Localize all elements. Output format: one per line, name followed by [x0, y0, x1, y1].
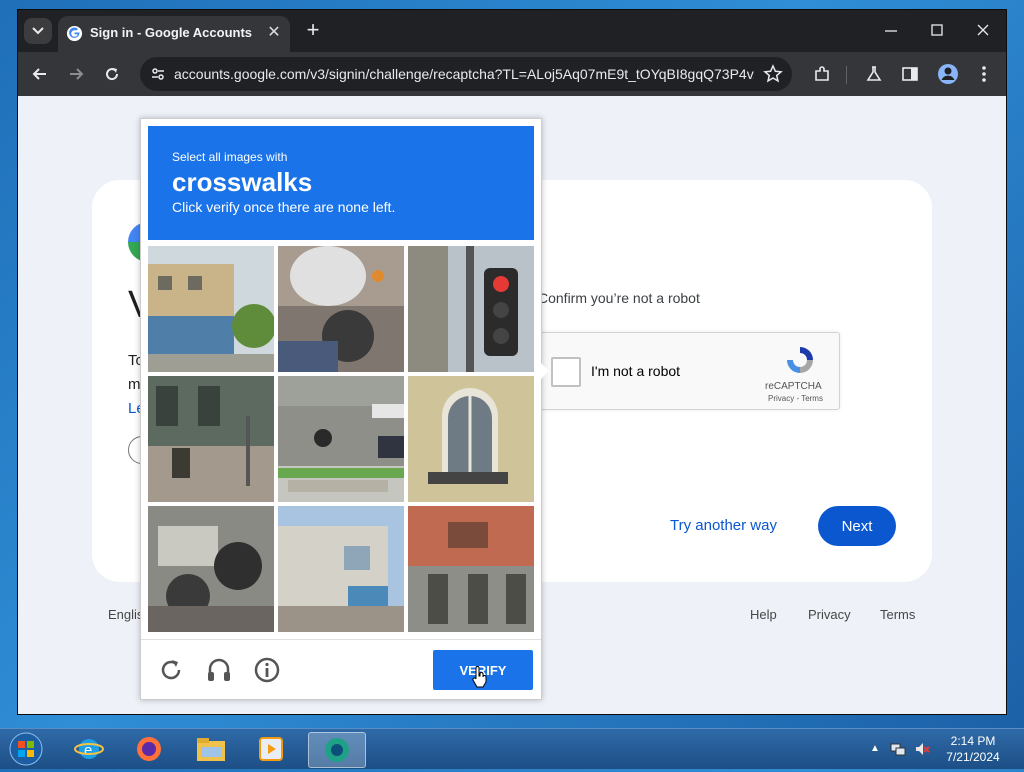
tab-strip: Sign in - Google Accounts ✕ +	[18, 10, 1006, 52]
recaptcha-logo-icon	[787, 347, 813, 373]
minimize-button[interactable]	[876, 20, 906, 42]
maximize-button[interactable]	[922, 20, 952, 42]
motorcyclist-on-road-image	[278, 376, 404, 502]
side-panel-icon	[902, 67, 918, 81]
internet-explorer-icon: e	[74, 739, 104, 759]
volume-muted-icon[interactable]	[914, 741, 930, 757]
recaptcha-widget: I'm not a robot reCAPTCHA Privacy - Term…	[538, 332, 840, 410]
challenge-target: crosswalks	[172, 167, 313, 197]
tab-search-button[interactable]	[24, 18, 52, 44]
language-selector[interactable]: Englis	[108, 607, 143, 622]
footer-terms-link[interactable]: Terms	[880, 607, 915, 622]
captcha-tile-9[interactable]	[408, 506, 534, 632]
hand-cursor-icon	[472, 666, 487, 688]
media-player-icon	[259, 737, 283, 761]
site-info-icon[interactable]	[148, 64, 168, 84]
url-text[interactable]: accounts.google.com/v3/signin/challenge/…	[174, 66, 754, 82]
captcha-tile-4[interactable]	[148, 376, 274, 502]
browser-window: Sign in - Google Accounts ✕ + accounts.g…	[18, 10, 1006, 714]
google-favicon-icon	[66, 25, 83, 42]
tab-title: Sign in - Google Accounts	[90, 25, 253, 40]
toolbar-divider	[846, 66, 847, 84]
firefox-icon	[137, 737, 161, 761]
captcha-tile-3[interactable]	[408, 246, 534, 372]
menu-button[interactable]	[970, 60, 998, 88]
recaptcha-label: I'm not a robot	[591, 363, 681, 379]
bookmark-star-icon[interactable]	[762, 63, 784, 85]
reload-icon	[106, 68, 119, 81]
labs-button[interactable]	[860, 60, 888, 88]
reload-button[interactable]	[98, 60, 126, 88]
new-tab-icon[interactable]: +	[302, 19, 324, 42]
next-button[interactable]: Next	[818, 506, 896, 546]
captcha-tile-2[interactable]	[278, 246, 404, 372]
footer-privacy-link[interactable]: Privacy	[808, 607, 851, 622]
arched-window-image	[408, 376, 534, 502]
recaptcha-brand: reCAPTCHA	[765, 381, 822, 392]
captcha-tile-1[interactable]	[148, 246, 274, 372]
avatar-icon	[938, 64, 958, 84]
captcha-tile-8[interactable]	[278, 506, 404, 632]
chevron-down-icon	[32, 27, 44, 35]
extensions-button[interactable]	[808, 60, 836, 88]
challenge-header: Select all images with crosswalks Click …	[148, 126, 534, 240]
traffic-light-image	[408, 246, 534, 372]
folder-icon	[197, 738, 225, 761]
clock-date[interactable]: 7/21/2024	[938, 750, 1008, 764]
building-with-mural-image	[148, 246, 274, 372]
motorcycles-pile-image	[148, 506, 274, 632]
back-button[interactable]	[26, 60, 54, 88]
start-button[interactable]	[6, 731, 46, 767]
audio-challenge-icon[interactable]	[205, 656, 233, 684]
reload-challenge-icon[interactable]	[157, 656, 185, 684]
active-tab[interactable]: Sign in - Google Accounts ✕	[58, 16, 290, 52]
minimize-icon	[885, 30, 897, 32]
side-panel-button[interactable]	[896, 60, 924, 88]
close-icon	[977, 24, 989, 36]
puzzle-icon	[815, 66, 829, 81]
confirm-robot-text: Confirm you’re not a robot	[538, 290, 700, 306]
close-window-button[interactable]	[968, 20, 998, 42]
challenge-footer: VERIFY	[141, 639, 541, 700]
recaptcha-privacy-terms[interactable]: Privacy - Terms	[768, 394, 823, 403]
taskbar-firefox[interactable]	[126, 732, 172, 766]
try-another-way-link[interactable]: Try another way	[670, 517, 777, 534]
person-on-motorcycle-image	[278, 246, 404, 372]
clock-time[interactable]: 2:14 PM	[938, 734, 1008, 748]
footer-help-link[interactable]: Help	[750, 607, 777, 622]
brick-building-image	[408, 506, 534, 632]
forward-button[interactable]	[62, 60, 90, 88]
show-hidden-icons[interactable]: ▲	[870, 743, 880, 754]
taskbar-active-app[interactable]	[308, 732, 366, 768]
profile-button[interactable]	[934, 60, 962, 88]
challenge-instruction: Select all images with	[172, 150, 288, 164]
maximize-icon	[931, 24, 943, 36]
challenge-subinstruction: Click verify once there are none left.	[172, 199, 396, 215]
taskbar-file-explorer[interactable]	[188, 732, 234, 766]
captcha-tile-5[interactable]	[278, 376, 404, 502]
street-cafe-image	[148, 376, 274, 502]
info-icon[interactable]	[253, 656, 281, 684]
close-tab-icon[interactable]: ✕	[264, 23, 284, 43]
flask-icon	[866, 66, 882, 81]
recaptcha-checkbox[interactable]	[551, 357, 581, 387]
network-icon[interactable]	[890, 741, 906, 757]
taskbar-media-player[interactable]	[248, 732, 294, 766]
taskbar-internet-explorer[interactable]: e	[66, 732, 112, 766]
back-arrow-icon	[32, 68, 46, 80]
captcha-tile-7[interactable]	[148, 506, 274, 632]
active-app-icon	[325, 738, 349, 762]
forward-arrow-icon	[70, 68, 84, 80]
address-bar[interactable]: accounts.google.com/v3/signin/challenge/…	[140, 57, 792, 91]
popup-pointer	[539, 361, 549, 381]
taskbar: e ▲ 2:14 PM 7/21/2024	[0, 728, 1024, 769]
windows-start-icon	[9, 732, 43, 766]
browser-toolbar: accounts.google.com/v3/signin/challenge/…	[18, 52, 1006, 96]
page-content: V To m Le Confirm you’re not a robot I'm…	[18, 96, 1006, 714]
text-fragment: m	[128, 376, 141, 393]
kebab-menu-icon	[982, 66, 986, 82]
small-building-image	[278, 506, 404, 632]
recaptcha-challenge-popup: Select all images with crosswalks Click …	[140, 118, 549, 700]
captcha-tile-6[interactable]	[408, 376, 534, 502]
